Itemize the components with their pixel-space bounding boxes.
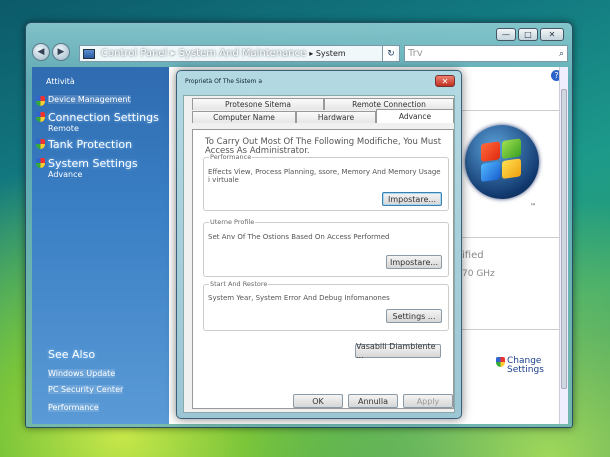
control-panel-icon bbox=[83, 48, 95, 59]
windows-logo-icon bbox=[465, 125, 539, 199]
rating-text-fragment: ified bbox=[462, 250, 484, 261]
ok-button[interactable]: OK bbox=[293, 394, 343, 408]
group-description: System Year, System Error And Debug Info… bbox=[208, 294, 390, 302]
user-profiles-settings-button[interactable]: Impostare... bbox=[386, 255, 442, 269]
forward-button[interactable]: ▶ bbox=[52, 43, 70, 61]
uac-shield-icon bbox=[36, 112, 45, 122]
group-description: Effects View, Process Planning, ssore, M… bbox=[208, 168, 441, 184]
navigation-buttons: ◀ ▶ bbox=[32, 43, 70, 61]
system-properties-dialog: Proprietà Of The Sistem a ✕ Protesone Si… bbox=[176, 70, 462, 419]
breadcrumb-system[interactable]: ▸ System bbox=[309, 49, 345, 58]
group-label: Uterne Profile bbox=[209, 218, 256, 226]
tab-advanced[interactable]: Advance bbox=[376, 109, 454, 123]
change-settings-label[interactable]: Change Settings bbox=[507, 357, 544, 375]
task-system-protection[interactable]: Tank Protection bbox=[36, 138, 132, 151]
task-label[interactable]: Device Management bbox=[48, 95, 131, 104]
performance-settings-button[interactable]: Impostare... bbox=[382, 192, 442, 206]
environment-variables-button[interactable]: Vasabili Diambiente ... bbox=[355, 342, 441, 360]
task-sublabel[interactable]: Remote bbox=[48, 124, 159, 133]
user-profiles-group: Uterne Profile Set Anv Of The Ostions Ba… bbox=[203, 218, 449, 277]
processor-text-fragment: 70 GHz bbox=[462, 269, 495, 279]
back-button[interactable]: ◀ bbox=[32, 43, 50, 61]
back-arrow-icon: ◀ bbox=[37, 47, 45, 57]
divider bbox=[459, 110, 559, 111]
task-label[interactable]: Tank Protection bbox=[48, 138, 132, 151]
task-advanced-settings[interactable]: System Settings Advance bbox=[36, 157, 138, 179]
uac-shield-icon bbox=[36, 96, 45, 106]
search-icon[interactable]: ⌕ bbox=[559, 49, 564, 59]
divider bbox=[459, 237, 559, 238]
task-remote-settings[interactable]: Connection Settings Remote bbox=[36, 111, 159, 133]
uac-shield-icon bbox=[496, 357, 505, 367]
windows-flag-icon bbox=[481, 138, 523, 184]
group-label: Start And Restore bbox=[209, 280, 269, 288]
address-bar[interactable]: Control Panel ▸ System And Maintenance ▸… bbox=[79, 45, 397, 62]
uac-shield-icon bbox=[36, 139, 45, 149]
group-description: Set Anv Of The Ostions Based On Access P… bbox=[208, 233, 390, 241]
tab-system-protection[interactable]: Protesone Sitema bbox=[192, 98, 324, 110]
tab-computer-name[interactable]: Computer Name bbox=[192, 111, 296, 123]
task-sublabel[interactable]: Advance bbox=[48, 170, 138, 179]
performance-group: Performance Effects View, Process Planni… bbox=[203, 153, 449, 211]
startup-recovery-group: Start And Restore System Year, System Er… bbox=[203, 280, 449, 331]
dialog-body: Protesone Sitema Remote Connection Compu… bbox=[183, 95, 455, 413]
task-device-management[interactable]: Device Management bbox=[36, 95, 131, 106]
refresh-button[interactable]: ↻ bbox=[382, 45, 400, 62]
cancel-button[interactable]: Annulla bbox=[348, 394, 398, 408]
search-placeholder: Trv bbox=[408, 48, 423, 59]
see-also-windows-update[interactable]: Windows Update bbox=[48, 369, 116, 378]
minimize-button[interactable]: — bbox=[496, 28, 516, 41]
see-also-security-center[interactable]: PC Security Center bbox=[48, 385, 124, 394]
tasks-title: Attività bbox=[46, 77, 75, 86]
startup-recovery-settings-button[interactable]: Settings ... bbox=[386, 309, 442, 323]
see-also-title: See Also bbox=[48, 348, 96, 361]
window-controls: — □ ✕ bbox=[496, 28, 564, 41]
trademark-mark: ™ bbox=[530, 203, 536, 210]
breadcrumb-path[interactable]: Control Panel ▸ System And Maintenance bbox=[98, 48, 309, 59]
close-button[interactable]: ✕ bbox=[540, 28, 564, 41]
advanced-tab-panel: To Carry Out Most Of The Following Modif… bbox=[192, 129, 454, 409]
tasks-pane: Attività Device Management Connection Se… bbox=[32, 67, 169, 424]
dialog-title-suffix: a bbox=[258, 78, 262, 85]
dialog-close-button[interactable]: ✕ bbox=[435, 75, 455, 87]
forward-arrow-icon: ▶ bbox=[57, 47, 65, 57]
vertical-scrollbar[interactable] bbox=[559, 67, 568, 424]
dialog-title-text: Proprietà Of The Sistem bbox=[185, 78, 257, 85]
dialog-title: Proprietà Of The Sistem a bbox=[185, 78, 262, 85]
task-label[interactable]: System Settings bbox=[48, 157, 138, 170]
search-input[interactable]: Trv ⌕ bbox=[404, 45, 568, 62]
see-also-performance[interactable]: Performance bbox=[48, 403, 99, 412]
tab-hardware[interactable]: Hardware bbox=[296, 111, 376, 123]
uac-shield-icon bbox=[36, 158, 45, 168]
task-label[interactable]: Connection Settings bbox=[48, 111, 159, 124]
scrollbar-thumb[interactable] bbox=[561, 89, 567, 389]
change-settings-link[interactable]: Change Settings bbox=[496, 357, 544, 375]
maximize-button[interactable]: □ bbox=[518, 28, 538, 41]
divider bbox=[459, 329, 559, 330]
group-label: Performance bbox=[209, 153, 253, 161]
apply-button[interactable]: Apply bbox=[403, 394, 453, 408]
